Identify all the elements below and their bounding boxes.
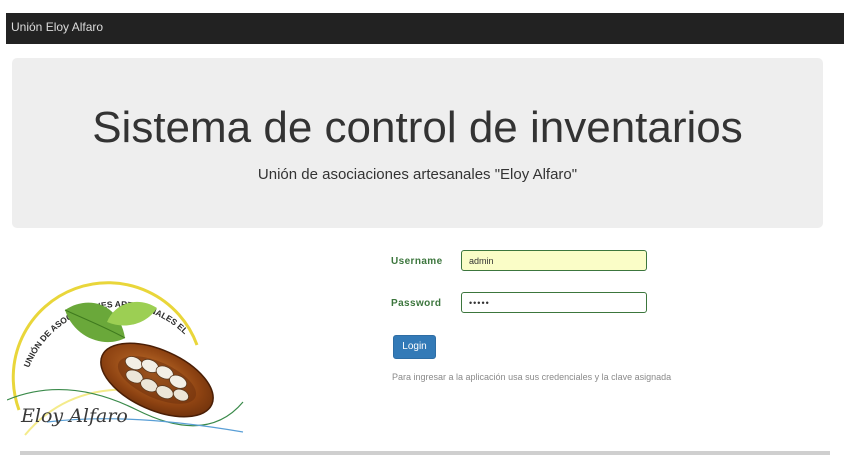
navbar-brand-link[interactable]: Unión Eloy Alfaro [11,13,103,44]
organization-logo: UNIÓN DE ASOCIACIONES ARTESANALES ELOY A… [4,242,245,445]
login-button[interactable]: Login [393,335,436,359]
page-title: Sistema de control de inventarios [92,103,743,152]
top-navbar: Unión Eloy Alfaro [6,13,844,44]
login-help-text: Para ingresar a la aplicación usa sus cr… [392,372,672,382]
login-form: Username Password Login Para ingresar a … [385,248,825,398]
password-label: Password [391,298,442,309]
username-label: Username [391,256,443,267]
username-input[interactable] [461,250,647,271]
bottom-divider [20,451,830,455]
jumbotron-header: Sistema de control de inventarios Unión … [12,58,823,228]
password-input[interactable] [461,292,647,313]
page-edge [0,0,6,455]
logo-signature-text: Eloy Alfaro [20,405,128,427]
page-subtitle: Unión de asociaciones artesanales "Eloy … [257,166,578,183]
